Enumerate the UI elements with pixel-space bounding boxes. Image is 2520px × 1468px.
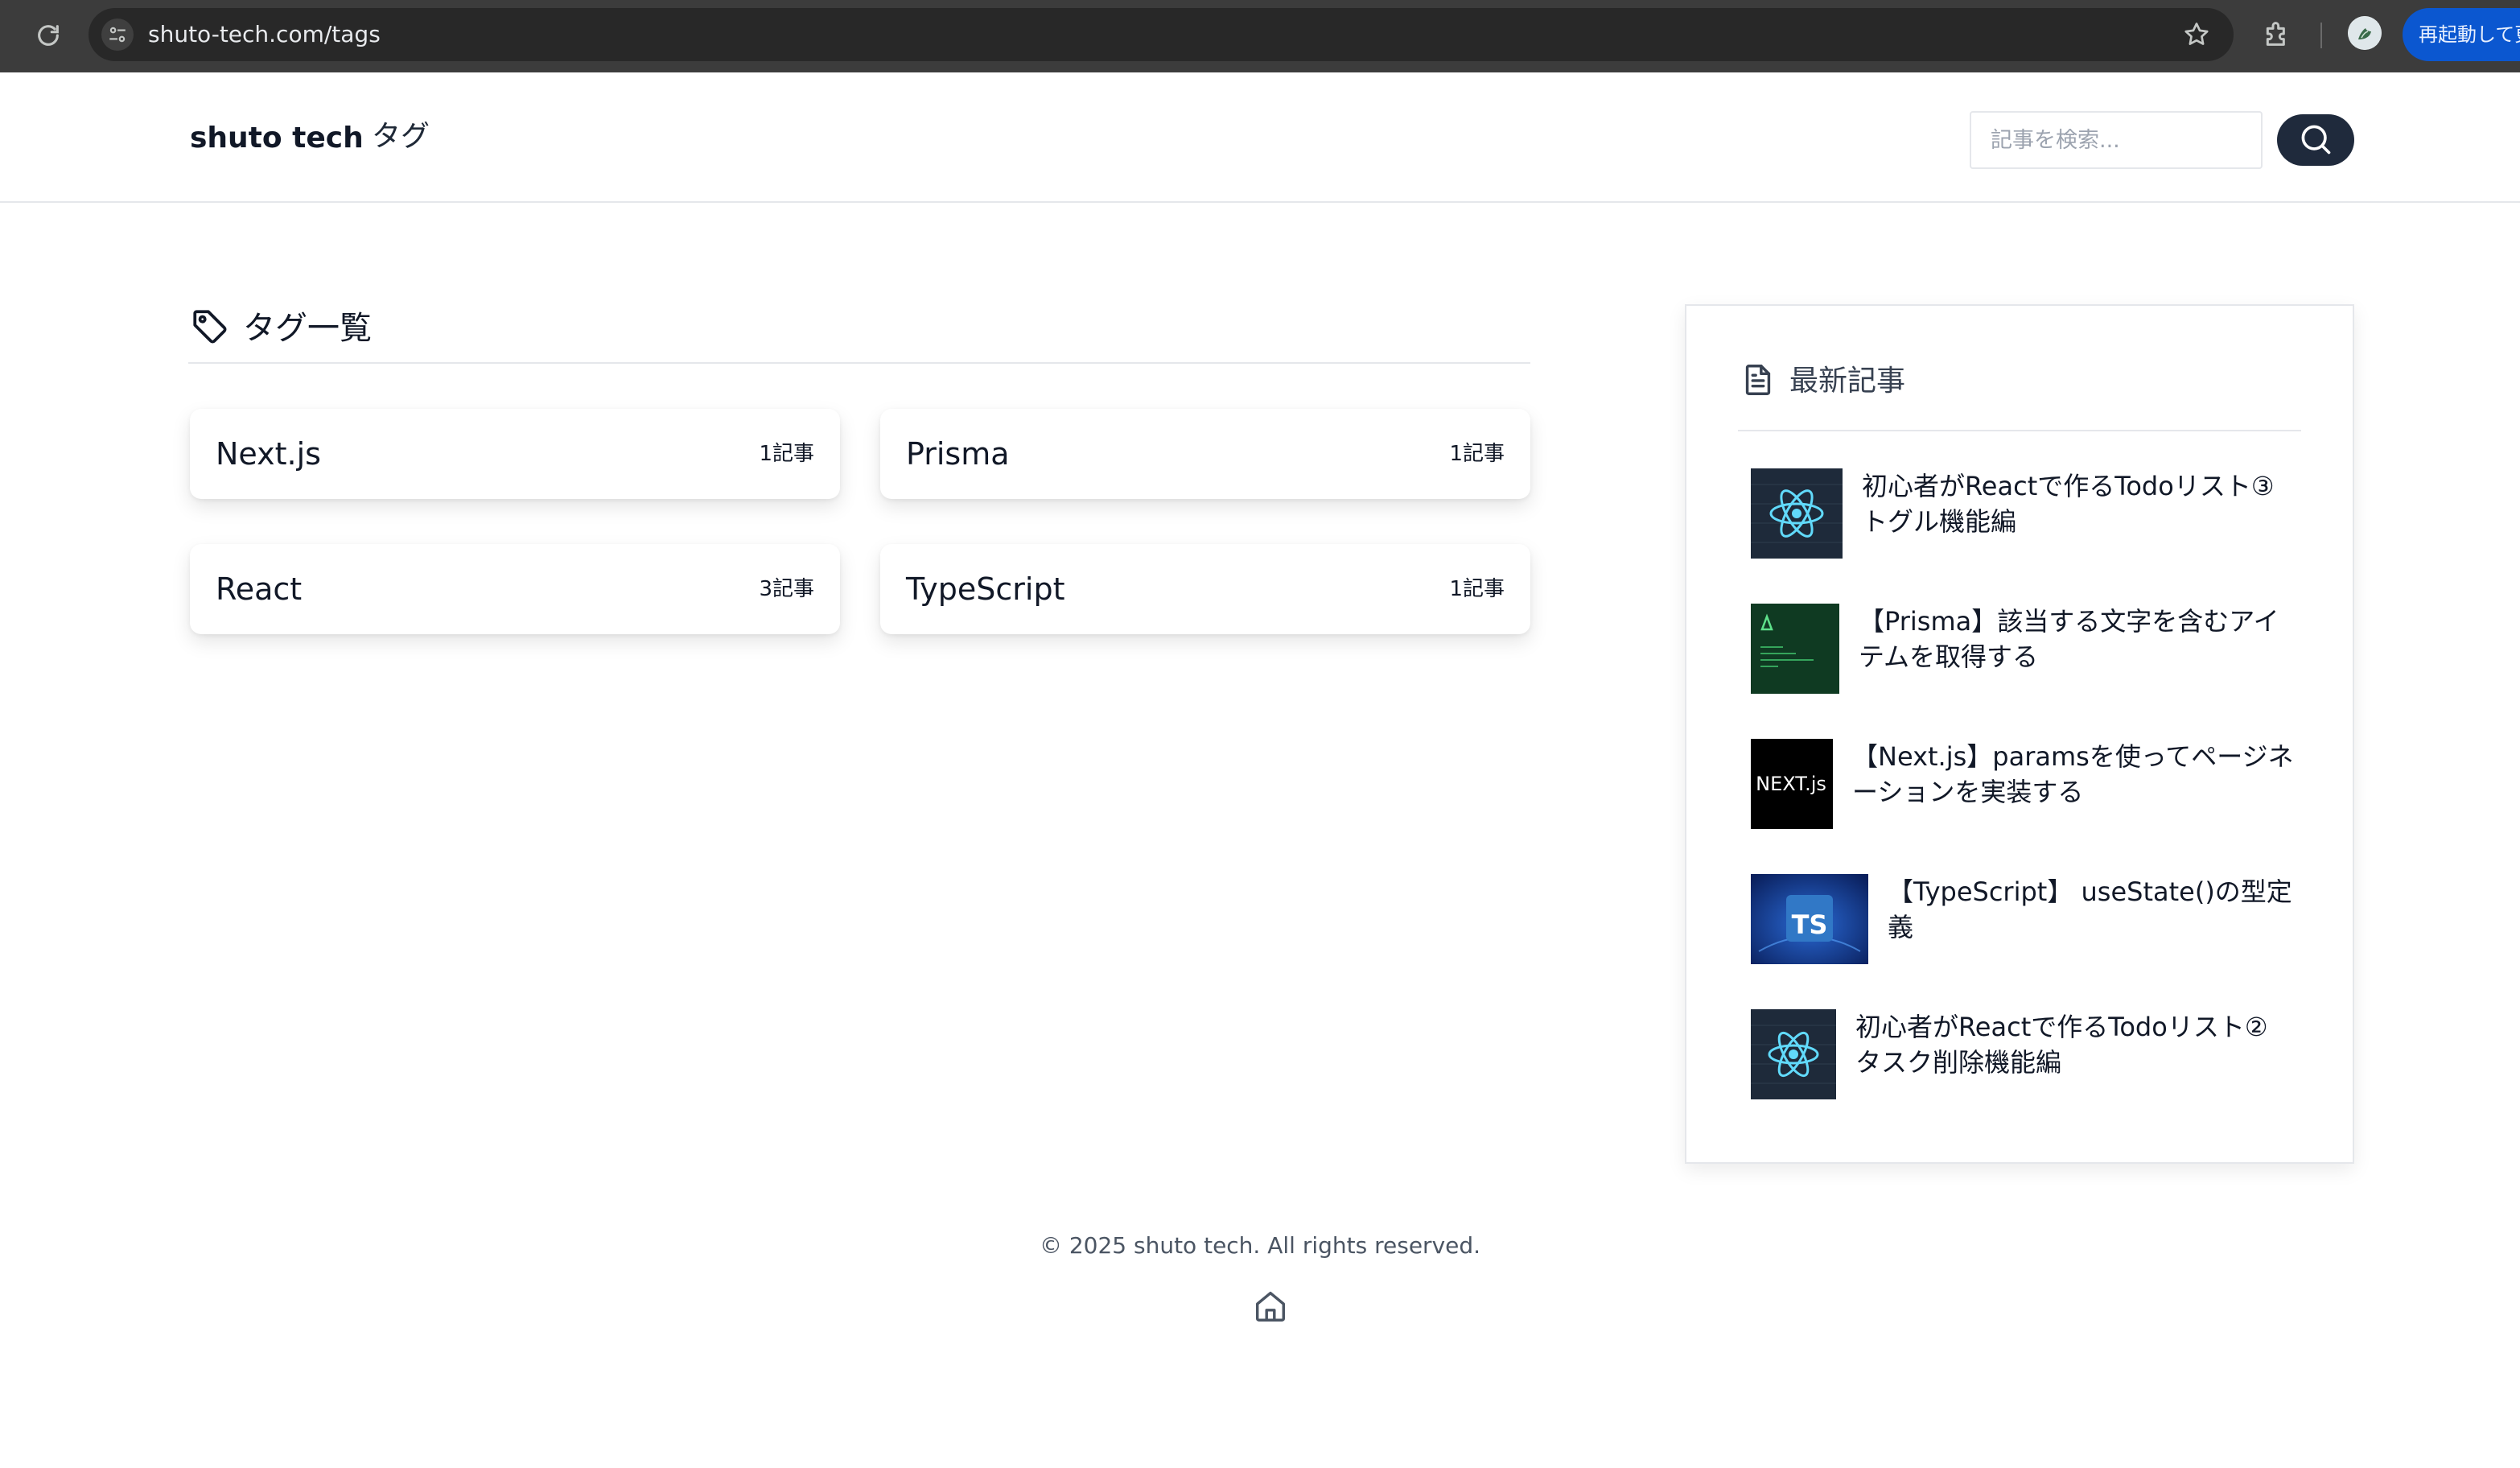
nav-link-tags[interactable]: タグ [372,119,430,155]
post-thumbnail: NEXT.js [1751,739,1833,829]
latest-post-item[interactable]: 初心者がReactで作るTodoリスト② タスク削除機能編 [1751,1009,2298,1099]
post-title: 【TypeScript】 useState()の型定義 [1888,876,2292,942]
react-logo-icon [1751,468,1843,559]
site-header: shuto tech タグ [0,72,2520,203]
prisma-code-icon [1751,604,1839,694]
heading-divider [188,362,1530,364]
search-icon [2298,122,2333,159]
document-icon [1740,361,1777,402]
post-title: 【Next.js】paramsを使ってページネーションを実装する [1852,741,2294,807]
post-title: 【Prisma】該当する文字を含むアイテムを取得する [1859,606,2279,672]
home-icon [1252,1291,1289,1328]
post-thumbnail [1751,604,1839,694]
latest-post-item[interactable]: NEXT.js 【Next.js】paramsを使ってページネーションを実装する [1751,739,2298,829]
tag-card-react[interactable]: React 3記事 [190,544,840,634]
tag-count: 1記事 [1449,577,1505,601]
tags-heading: タグ一覧 [190,306,372,351]
sidebar-heading: 最新記事 [1740,359,1905,404]
latest-post-item[interactable]: 初心者がReactで作るTodoリスト③ トグル機能編 [1751,468,2298,559]
react-logo-icon [1751,1009,1836,1099]
address-bar[interactable]: shuto-tech.com/tags [89,8,2234,61]
restart-update-button[interactable]: 再起動して更新 [2403,8,2520,61]
typescript-thumb-text: TS [1792,909,1828,940]
copyright-text: © 2025 shuto tech. All rights reserved. [1039,1232,1481,1259]
tag-name: Next.js [216,436,321,472]
typescript-logo-icon: TS [1751,874,1868,964]
home-link[interactable] [1252,1288,1289,1325]
browser-toolbar: shuto-tech.com/tags 再起動して更新 [0,0,2520,72]
latest-posts-sidebar: 最新記事 初心者がReactで作るTodoリスト③ トグル機能編 【Prisma… [1685,304,2354,1164]
tag-count: 3記事 [759,577,814,601]
tag-card-typescript[interactable]: TypeScript 1記事 [880,544,1530,634]
tag-name: TypeScript [906,571,1065,607]
search-button[interactable] [2277,114,2354,166]
site-logo-link[interactable]: shuto tech [190,121,364,156]
latest-post-item[interactable]: TS 【TypeScript】 useState()の型定義 [1751,874,2298,964]
nextjs-thumb-text: NEXT.js [1756,773,1826,795]
latest-post-item[interactable]: 【Prisma】該当する文字を含むアイテムを取得する [1751,604,2298,694]
sidebar-title: 最新記事 [1789,365,1906,398]
reload-icon[interactable] [32,19,64,52]
post-title: 初心者がReactで作るTodoリスト② タスク削除機能編 [1855,1012,2268,1078]
bookmark-star-icon[interactable] [2182,20,2211,49]
tag-card-prisma[interactable]: Prisma 1記事 [880,409,1530,499]
tag-name: Prisma [906,436,1010,472]
search-input[interactable] [1970,111,2263,169]
post-thumbnail [1751,468,1843,559]
site-settings-icon[interactable] [101,19,134,51]
tag-name: React [216,571,303,607]
tag-icon [190,307,230,350]
page-title: タグ一覧 [243,310,372,347]
sidebar-divider [1738,430,2301,431]
tag-count: 1記事 [1449,442,1505,466]
post-title: 初心者がReactで作るTodoリスト③ トグル機能編 [1862,471,2275,537]
nextjs-logo-icon: NEXT.js [1751,739,1833,829]
extensions-icon[interactable] [2261,18,2293,50]
toolbar-separator [2320,23,2322,48]
url-text[interactable]: shuto-tech.com/tags [148,20,381,49]
profile-avatar[interactable] [2348,16,2382,50]
post-thumbnail: TS [1751,874,1868,964]
post-thumbnail [1751,1009,1836,1099]
tag-count: 1記事 [759,442,814,466]
tag-card-nextjs[interactable]: Next.js 1記事 [190,409,840,499]
